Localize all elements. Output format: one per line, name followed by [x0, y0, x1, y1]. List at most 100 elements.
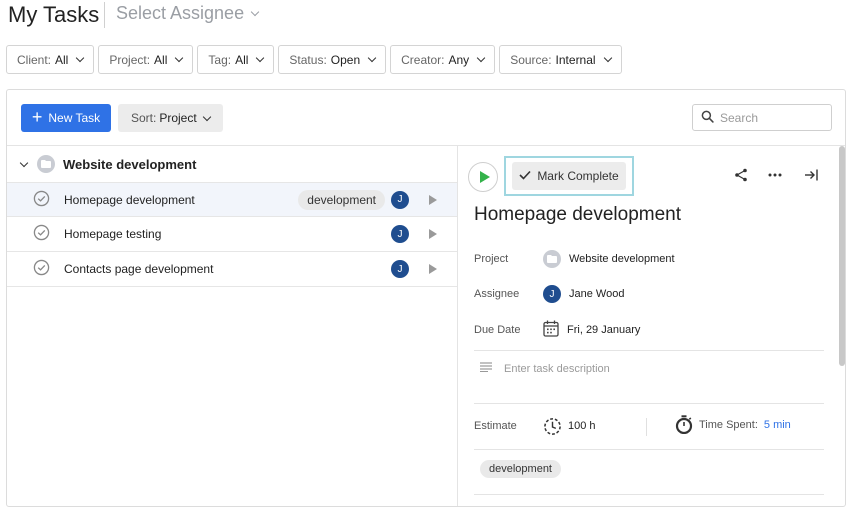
- filter-value: All: [154, 52, 168, 67]
- filter-client[interactable]: Client: All: [6, 45, 95, 74]
- project-label: Project: [474, 253, 509, 265]
- folder-icon: [37, 155, 55, 173]
- filter-bar: Client: All Project: All Tag: All Status…: [6, 45, 622, 74]
- sort-value: Project: [159, 111, 197, 125]
- filter-value: Internal: [555, 52, 596, 67]
- filter-label: Status:: [289, 52, 327, 67]
- dashed-clock-icon: [543, 417, 562, 436]
- filter-label: Client:: [17, 52, 52, 67]
- estimate-value: 100 h: [568, 420, 596, 432]
- avatar: J: [543, 285, 561, 303]
- chevron-down-icon: [603, 53, 612, 63]
- tag-badge: development: [298, 189, 385, 210]
- time-spent-label: Time Spent:: [699, 418, 758, 431]
- tag-badge[interactable]: development: [480, 460, 561, 478]
- share-icon[interactable]: [732, 166, 750, 184]
- scrollbar[interactable]: [839, 146, 845, 366]
- chevron-down-icon: [256, 53, 265, 63]
- task-title[interactable]: Homepage development: [474, 204, 681, 226]
- project-value: Website development: [569, 253, 675, 265]
- play-icon[interactable]: [429, 194, 437, 205]
- assignee-select-label: Select Assignee: [116, 3, 245, 23]
- filter-label: Project:: [109, 52, 151, 67]
- more-options-icon[interactable]: [766, 166, 784, 184]
- assignee-label: Assignee: [474, 288, 520, 300]
- chevron-down-icon: [202, 112, 211, 121]
- calendar-icon: [543, 320, 559, 340]
- highlight-frame: Mark Complete: [504, 156, 634, 196]
- divider: [474, 494, 824, 495]
- chevron-down-icon: [76, 53, 85, 63]
- mark-complete-label: Mark Complete: [537, 169, 619, 183]
- filter-status[interactable]: Status: Open: [278, 45, 387, 74]
- filter-source[interactable]: Source: Internal: [499, 45, 622, 74]
- description-field[interactable]: Enter task description: [480, 362, 610, 375]
- task-name: Contacts page development: [64, 262, 214, 276]
- chevron-down-icon: [250, 7, 260, 17]
- plus-icon: +: [31, 107, 43, 127]
- start-timer-button[interactable]: [468, 162, 498, 192]
- checkmark-icon: [519, 169, 531, 183]
- search-icon: [701, 110, 714, 126]
- due-date-label: Due Date: [474, 324, 521, 336]
- stopwatch-icon: [675, 415, 693, 434]
- play-icon[interactable]: [429, 264, 437, 274]
- divider: [474, 449, 824, 450]
- complete-check-icon[interactable]: [33, 259, 64, 279]
- estimate-label: Estimate: [474, 420, 517, 432]
- time-spent-field[interactable]: Time Spent: 5 min: [675, 415, 791, 434]
- project-field[interactable]: Project Website development: [474, 250, 824, 268]
- chevron-down-icon: [476, 53, 486, 63]
- filter-creator[interactable]: Creator: Any: [390, 45, 496, 74]
- avatar: J: [391, 260, 409, 278]
- task-list: Website development Homepage development…: [7, 146, 458, 506]
- avatar: J: [391, 190, 409, 209]
- complete-check-icon[interactable]: [33, 224, 64, 244]
- divider: [474, 403, 824, 404]
- filter-label: Tag:: [208, 52, 232, 67]
- folder-icon: [543, 250, 561, 268]
- divider: [646, 418, 647, 436]
- chevron-down-icon[interactable]: [19, 158, 29, 167]
- complete-check-icon[interactable]: [33, 190, 64, 210]
- chevron-down-icon: [175, 53, 184, 63]
- assignee-select[interactable]: Select Assignee: [116, 3, 260, 24]
- text-lines-icon: [480, 362, 492, 375]
- filter-project[interactable]: Project: All: [98, 45, 194, 74]
- divider: [474, 350, 824, 351]
- assignee-field[interactable]: Assignee J Jane Wood: [474, 285, 824, 303]
- task-row[interactable]: Homepage testing J: [7, 217, 457, 252]
- filter-label: Source:: [510, 52, 552, 67]
- due-date-value: Fri, 29 January: [567, 324, 641, 336]
- group-name: Website development: [63, 156, 197, 172]
- avatar: J: [391, 225, 409, 243]
- filter-value: Any: [448, 52, 470, 67]
- task-row[interactable]: Homepage development development J: [7, 182, 457, 217]
- title-divider: [104, 2, 105, 28]
- group-header[interactable]: Website development: [7, 146, 457, 182]
- sort-label: Sort:: [131, 111, 157, 125]
- search-input[interactable]: [720, 110, 820, 125]
- chevron-down-icon: [367, 53, 377, 63]
- due-date-field[interactable]: Due Date Fri, 29 January: [474, 320, 824, 340]
- task-name: Homepage testing: [64, 227, 162, 241]
- page-title: My Tasks: [8, 2, 100, 27]
- assignee-value: Jane Wood: [569, 288, 625, 300]
- close-panel-icon[interactable]: [802, 166, 820, 184]
- filter-value: All: [55, 52, 69, 67]
- toolbar: + New Task Sort: Project: [7, 90, 845, 146]
- search-box[interactable]: [692, 104, 832, 131]
- mark-complete-button[interactable]: Mark Complete: [512, 162, 626, 190]
- filter-tag[interactable]: Tag: All: [197, 45, 275, 74]
- tasks-panel: + New Task Sort: Project Website develop…: [6, 89, 846, 507]
- new-task-label: New Task: [48, 111, 101, 125]
- task-row[interactable]: Contacts page development J: [7, 252, 457, 287]
- description-placeholder: Enter task description: [504, 362, 610, 375]
- filter-value: All: [235, 52, 249, 67]
- new-task-button[interactable]: + New Task: [21, 104, 111, 132]
- sort-button[interactable]: Sort: Project: [118, 104, 223, 132]
- time-spent-value[interactable]: 5 min: [764, 419, 791, 431]
- play-icon[interactable]: [429, 229, 437, 239]
- filter-label: Creator:: [401, 52, 445, 67]
- play-icon: [479, 171, 490, 183]
